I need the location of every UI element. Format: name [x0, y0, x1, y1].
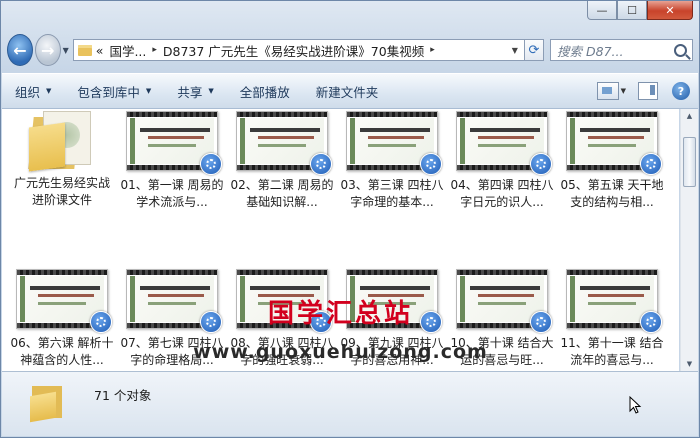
video-file-item[interactable]: 11、第十一课 结合流年的喜忌与... — [558, 269, 666, 369]
file-name-label: 08、第八课 四柱八字的强旺衰弱... — [230, 336, 334, 367]
media-player-icon — [530, 311, 552, 333]
video-file-item[interactable]: 10、第十课 结合大运的喜忌与旺... — [448, 269, 556, 369]
file-name-label: 05、第五课 天干地支的结构与相... — [560, 178, 664, 209]
file-list[interactable]: 广元先生易经实战进阶课文件 01、第一课 周易的学术流派与... 02、第二课 周易… — [2, 109, 679, 371]
video-thumbnail — [346, 269, 442, 333]
media-player-icon — [420, 311, 442, 333]
play-all-label: 全部播放 — [239, 84, 290, 100]
folder-icon — [30, 384, 70, 423]
video-file-item[interactable]: 01、第一课 周易的学术流派与... — [118, 111, 226, 211]
maximize-button[interactable]: ☐ — [617, 1, 647, 20]
video-file-item[interactable]: 07、第七课 四柱八字的命理格局... — [118, 269, 226, 369]
forward-button[interactable]: → — [34, 34, 61, 66]
new-folder-label: 新建文件夹 — [315, 84, 379, 100]
vertical-scrollbar[interactable]: ▲ ▼ — [680, 109, 698, 371]
new-folder-button[interactable]: 新建文件夹 — [303, 82, 392, 101]
address-row: ← → ▼ « 国学... ▸ D8737 广元先生《易经实战进阶课》70集视频… — [7, 34, 693, 66]
video-file-item[interactable]: 09、第九课 四柱八字的喜忌用神... — [338, 269, 446, 369]
play-all-button[interactable]: 全部播放 — [227, 82, 303, 101]
share-label: 共享 — [177, 84, 203, 100]
folder-thumbnail-icon — [25, 111, 99, 172]
file-name-label: 11、第十一课 结合流年的喜忌与... — [560, 336, 664, 367]
search-icon[interactable] — [674, 43, 687, 57]
video-file-item[interactable]: 05、第五课 天干地支的结构与相... — [558, 111, 666, 211]
close-button[interactable]: ✕ — [647, 1, 693, 20]
breadcrumb-separator-icon[interactable]: ▸ — [430, 45, 435, 55]
chevron-down-icon: ▼ — [145, 87, 152, 95]
organize-label: 组织 — [15, 84, 41, 100]
video-thumbnail — [16, 269, 112, 333]
media-player-icon — [420, 153, 442, 175]
view-options-chevron-icon[interactable]: ▼ — [621, 87, 626, 95]
video-file-item[interactable]: 08、第八课 四柱八字的强旺衰弱... — [228, 269, 336, 369]
file-name-label: 广元先生易经实战进阶课文件 — [13, 176, 110, 207]
help-button[interactable]: ? — [672, 82, 690, 100]
share-menu[interactable]: 共享 ▼ — [164, 82, 226, 101]
breadcrumb-item-guoxue[interactable]: 国学... — [109, 41, 146, 60]
folder-item[interactable]: 广元先生易经实战进阶课文件 — [8, 111, 116, 209]
details-pane: 71 个对象 — [2, 371, 698, 436]
folder-icon — [77, 44, 92, 56]
media-player-icon — [90, 311, 112, 333]
chevron-down-icon: ▼ — [208, 87, 214, 95]
search-input[interactable]: 搜索 D87... — [550, 39, 693, 61]
caption-buttons: — ☐ ✕ — [587, 1, 693, 20]
video-thumbnail — [236, 269, 332, 333]
explorer-window: — ☐ ✕ ← → ▼ « 国学... ▸ D8737 广元先生《易经实战进阶课… — [0, 0, 700, 438]
video-thumbnail — [126, 111, 222, 175]
file-name-label: 03、第三课 四柱八字命理的基本... — [340, 178, 444, 209]
breadcrumb-item-current[interactable]: D8737 广元先生《易经实战进阶课》70集视频 — [163, 41, 424, 60]
organize-menu[interactable]: 组织 ▼ — [2, 82, 64, 101]
scrollbar-thumb[interactable] — [683, 137, 696, 187]
file-name-label: 04、第四课 四柱八字日元的识人... — [450, 178, 554, 209]
media-player-icon — [310, 311, 332, 333]
mouse-cursor-icon — [629, 395, 642, 414]
media-player-icon — [200, 311, 222, 333]
chevron-down-icon: ▼ — [46, 87, 52, 95]
scroll-up-icon[interactable]: ▲ — [681, 109, 698, 123]
file-name-label: 10、第十课 结合大运的喜忌与旺... — [450, 336, 554, 367]
video-file-item[interactable]: 06、第六课 解析十神蕴含的人性... — [8, 269, 116, 369]
video-thumbnail — [456, 111, 552, 175]
file-name-label: 09、第九课 四柱八字的喜忌用神... — [340, 336, 444, 367]
media-player-icon — [640, 311, 662, 333]
media-player-icon — [640, 153, 662, 175]
media-player-icon — [530, 153, 552, 175]
breadcrumb-separator-icon[interactable]: ▸ — [152, 45, 157, 55]
search-placeholder: 搜索 D87... — [557, 43, 624, 59]
refresh-button[interactable]: ⟳ — [524, 39, 545, 61]
file-name-label: 06、第六课 解析十神蕴含的人性... — [10, 336, 114, 367]
file-name-label: 02、第二课 周易的基础知识解... — [230, 178, 334, 209]
video-file-item[interactable]: 04、第四课 四柱八字日元的识人... — [448, 111, 556, 211]
preview-pane-button[interactable] — [638, 82, 658, 100]
address-bar[interactable]: « 国学... ▸ D8737 广元先生《易经实战进阶课》70集视频 ▸ ▼ — [72, 39, 525, 61]
file-name-label: 07、第七课 四柱八字的命理格局... — [120, 336, 224, 367]
include-in-library-label: 包含到库中 — [77, 84, 140, 100]
video-thumbnail — [236, 111, 332, 175]
include-in-library-menu[interactable]: 包含到库中 ▼ — [64, 82, 164, 101]
minimize-button[interactable]: — — [587, 1, 617, 20]
video-thumbnail — [566, 269, 662, 333]
recent-pages-chevron-icon[interactable]: ▼ — [63, 46, 69, 55]
video-thumbnail — [126, 269, 222, 333]
video-thumbnail — [566, 111, 662, 175]
toolbar-right: ▼ ? — [596, 82, 690, 100]
command-bar: 组织 ▼ 包含到库中 ▼ 共享 ▼ 全部播放 新建文件夹 ▼ ? — [2, 73, 698, 109]
video-file-item[interactable]: 02、第二课 周易的基础知识解... — [228, 111, 336, 211]
video-file-item[interactable]: 03、第三课 四柱八字命理的基本... — [338, 111, 446, 211]
media-player-icon — [310, 153, 332, 175]
scroll-down-icon[interactable]: ▼ — [681, 357, 698, 371]
item-count: 71 个对象 — [94, 388, 152, 403]
back-button[interactable]: ← — [7, 34, 33, 66]
video-thumbnail — [456, 269, 552, 333]
address-dropdown-icon[interactable]: ▼ — [504, 45, 524, 55]
media-player-icon — [200, 153, 222, 175]
change-view-button[interactable] — [596, 82, 619, 100]
video-thumbnail — [346, 111, 442, 175]
breadcrumb-overflow[interactable]: « — [96, 43, 104, 58]
file-name-label: 01、第一课 周易的学术流派与... — [120, 178, 224, 209]
